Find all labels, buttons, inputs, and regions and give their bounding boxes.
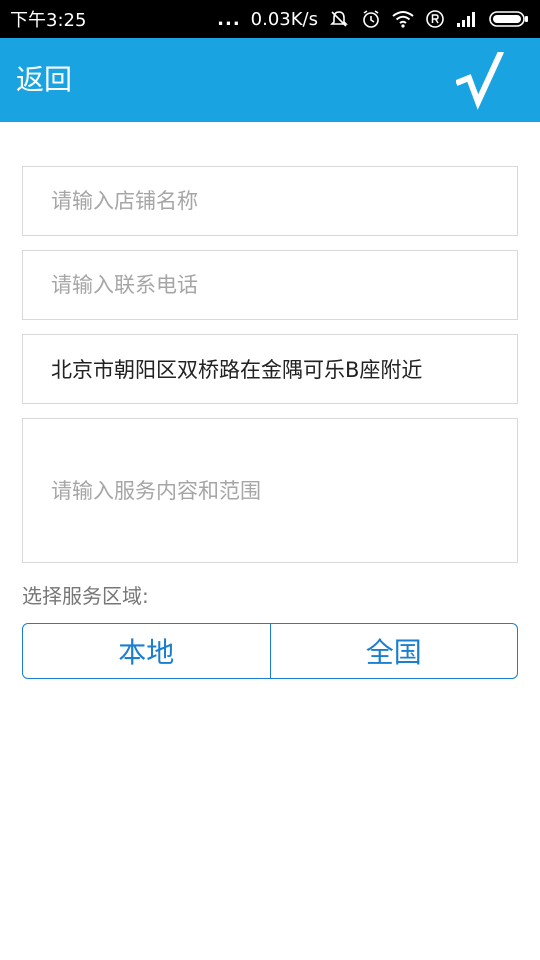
shop-name-field-container bbox=[22, 166, 518, 236]
address-input[interactable] bbox=[23, 335, 517, 403]
status-time: 下午3:25 bbox=[10, 10, 87, 31]
signal-icon bbox=[456, 8, 478, 30]
battery-icon bbox=[488, 8, 530, 30]
phone-field-container bbox=[22, 250, 518, 320]
confirm-button[interactable] bbox=[455, 50, 504, 110]
alarm-icon bbox=[360, 8, 382, 30]
vibrate-mute-icon bbox=[328, 8, 350, 30]
service-region-selector: 本地 全国 bbox=[22, 623, 518, 679]
service-field-container bbox=[22, 418, 518, 563]
registered-icon bbox=[424, 8, 446, 30]
screen: 下午3:25 ... 0.03K/s 返回 请输入店铺名称 请输入联系电话 北京… bbox=[0, 0, 540, 960]
status-icons: ... 0.03K/s bbox=[217, 8, 530, 30]
region-option-national[interactable]: 全国 bbox=[269, 624, 518, 678]
service-description-input[interactable] bbox=[23, 419, 517, 562]
wifi-icon bbox=[392, 8, 414, 30]
phone-input[interactable] bbox=[23, 251, 517, 319]
app-bar: 返回 bbox=[0, 38, 540, 122]
checkmark-icon bbox=[455, 50, 504, 110]
status-dots: ... bbox=[217, 8, 241, 30]
shop-name-input[interactable] bbox=[23, 167, 517, 235]
status-bar: 下午3:25 ... 0.03K/s bbox=[0, 0, 540, 38]
address-field-container bbox=[22, 334, 518, 404]
network-speed: 0.03K/s bbox=[250, 8, 318, 30]
service-region-label: 选择服务区域: bbox=[22, 584, 149, 608]
region-option-local[interactable]: 本地 bbox=[23, 624, 270, 678]
back-button[interactable]: 返回 bbox=[16, 60, 72, 100]
